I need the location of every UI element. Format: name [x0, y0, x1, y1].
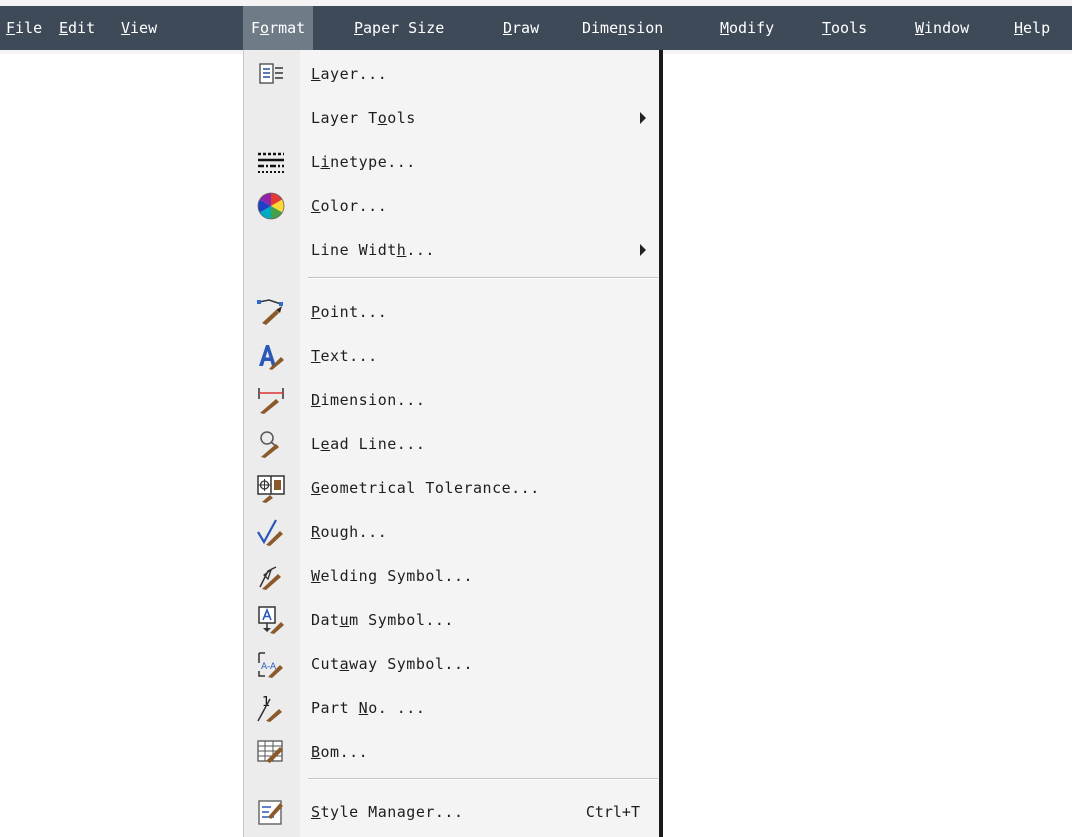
- submenu-arrow-icon: [640, 112, 646, 124]
- menu-item-color[interactable]: Color...: [244, 184, 660, 228]
- menu-tools[interactable]: Tools: [822, 6, 867, 50]
- lead-line-style-icon: [260, 431, 279, 458]
- menu-bar: File Edit View Format Paper Size Draw Di…: [0, 0, 1072, 54]
- menu-item-part-no[interactable]: 1 Part No. ...: [244, 686, 660, 730]
- part-no-icon: 1: [257, 695, 282, 722]
- menu-edit[interactable]: Edit: [59, 6, 95, 50]
- cutaway-symbol-icon: A-A: [258, 652, 283, 678]
- menu-item-label: Line Width...: [311, 241, 435, 259]
- menu-item-label: Color...: [311, 197, 388, 215]
- menu-item-layer-tools[interactable]: Layer Tools: [244, 96, 660, 140]
- welding-symbol-icon: [259, 566, 281, 590]
- menu-item-datum-symbol[interactable]: Datum Symbol...: [244, 598, 660, 642]
- menu-file[interactable]: File: [6, 6, 42, 50]
- menu-item-label: Layer Tools: [311, 109, 416, 127]
- menu-item-label: Dimension...: [311, 391, 426, 409]
- rough-style-icon: [257, 519, 283, 546]
- menu-modify[interactable]: Modify: [720, 6, 774, 50]
- text-style-icon: [259, 345, 284, 370]
- menu-item-geometrical-tolerance[interactable]: Geometrical Tolerance...: [244, 466, 660, 510]
- menu-item-label: Point...: [311, 303, 388, 321]
- menu-window[interactable]: Window: [915, 6, 969, 50]
- menu-item-dimension[interactable]: Dimension...: [244, 378, 660, 422]
- menu-item-lead-line[interactable]: Lead Line...: [244, 422, 660, 466]
- menu-format[interactable]: Format: [243, 6, 314, 50]
- menu-item-text[interactable]: Text...: [244, 334, 660, 378]
- menu-item-layer[interactable]: Layer...: [244, 52, 660, 96]
- dimension-style-icon: [258, 388, 284, 414]
- menu-item-label: Part No. ...: [311, 699, 426, 717]
- menu-separator: [308, 277, 658, 279]
- menu-item-label: Cutaway Symbol...: [311, 655, 474, 673]
- menu-item-line-width[interactable]: Line Width...: [244, 228, 660, 272]
- menu-draw[interactable]: Draw: [503, 6, 539, 50]
- style-manager-icon: [258, 800, 283, 825]
- datum-symbol-icon: [258, 606, 284, 634]
- menu-paper-size[interactable]: Paper Size: [354, 6, 444, 50]
- menu-item-rough[interactable]: Rough...: [244, 510, 660, 554]
- menu-item-style-manager[interactable]: Style Manager... Ctrl+T: [244, 790, 660, 834]
- menu-item-bom[interactable]: Bom...: [244, 730, 660, 774]
- menu-item-label: Style Manager...: [311, 803, 464, 821]
- menu-item-label: Linetype...: [311, 153, 416, 171]
- shortcut-label: Ctrl+T: [585, 803, 640, 821]
- menu-item-label: Lead Line...: [311, 435, 426, 453]
- menu-item-label: Text...: [311, 347, 378, 365]
- linetype-icon: [258, 152, 284, 173]
- point-style-icon: [257, 299, 283, 325]
- geometrical-tolerance-icon: [257, 475, 285, 503]
- bom-icon: [257, 740, 283, 763]
- format-dropdown-menu: Layer... Layer Tools Linetype... Color..…: [243, 50, 663, 837]
- menu-item-welding-symbol[interactable]: Welding Symbol...: [244, 554, 660, 598]
- menu-help[interactable]: Help: [1014, 6, 1050, 50]
- menu-item-label: Layer...: [311, 65, 388, 83]
- menu-item-cutaway-symbol[interactable]: A-A Cutaway Symbol...: [244, 642, 660, 686]
- menu-view[interactable]: View: [121, 6, 157, 50]
- menu-item-label: Welding Symbol...: [311, 567, 474, 585]
- menu-dimension[interactable]: Dimension: [582, 6, 663, 50]
- menu-item-linetype[interactable]: Linetype...: [244, 140, 660, 184]
- svg-text:1: 1: [262, 695, 270, 710]
- menu-item-label: Rough...: [311, 523, 388, 541]
- menu-separator: [308, 778, 658, 780]
- menu-item-point[interactable]: Point...: [244, 290, 660, 334]
- submenu-arrow-icon: [640, 244, 646, 256]
- menu-item-label: Geometrical Tolerance...: [311, 479, 540, 497]
- menu-item-label: Datum Symbol...: [311, 611, 454, 629]
- layer-icon: [259, 63, 283, 84]
- menu-item-label: Bom...: [311, 743, 369, 761]
- color-wheel-icon: [257, 192, 285, 220]
